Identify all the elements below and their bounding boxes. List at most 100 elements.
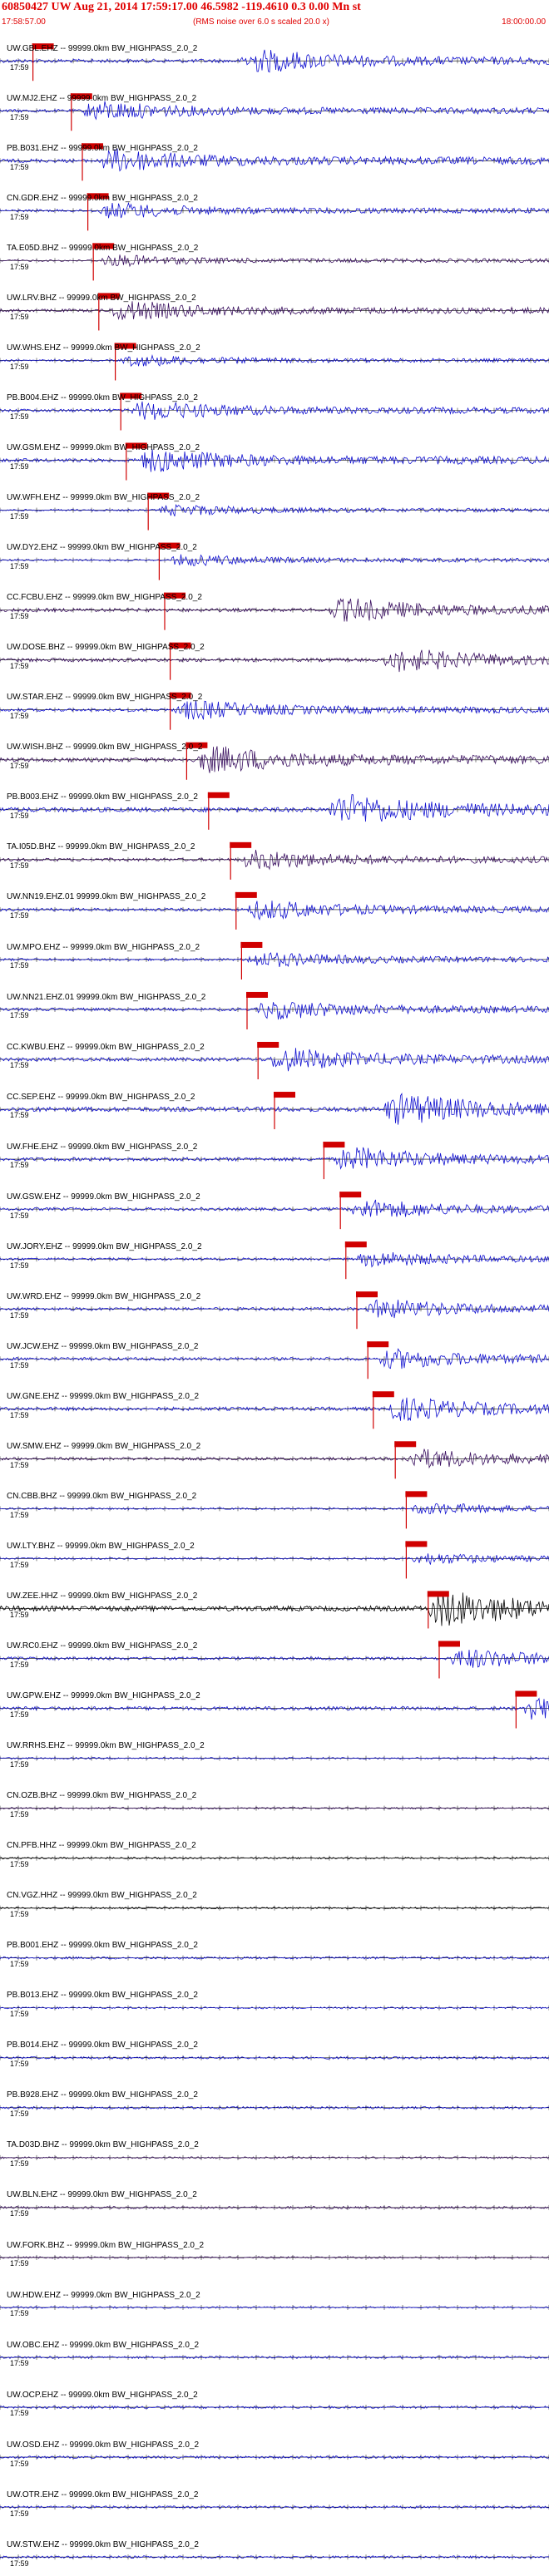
station-label: UW.STAR.EHZ -- 99999.0km BW_HIGHPASS_2.0…	[7, 693, 203, 703]
trace-time-label: 17:59	[10, 162, 29, 171]
station-label: UW.JCW.EHZ -- 99999.0km BW_HIGHPASS_2.0_…	[7, 1341, 199, 1351]
trace-time-label: 17:59	[10, 1610, 29, 1619]
trace-time-label: 17:59	[10, 1710, 29, 1719]
trace-time-label: 17:59	[10, 1510, 29, 1519]
pick-marker	[427, 1591, 449, 1597]
trace-time-label: 17:59	[10, 62, 29, 72]
station-label: UW.WHS.EHZ -- 99999.0km BW_HIGHPASS_2.0_…	[7, 343, 200, 353]
trace-time-label: 17:59	[10, 1560, 29, 1569]
station-label: UW.JORY.EHZ -- 99999.0km BW_HIGHPASS_2.0…	[7, 1241, 202, 1251]
trace-time-label: 17:59	[10, 1460, 29, 1469]
trace-time-label: 17:59	[10, 1860, 29, 1869]
pick-marker	[257, 1041, 279, 1048]
end-time: 18:00:00.00	[502, 17, 546, 27]
station-label: UW.WISH.BHZ -- 99999.0km BW_HIGHPASS_2.0…	[7, 743, 203, 753]
trace-time-label: 17:59	[10, 2110, 29, 2119]
station-label: UW.GSW.EHZ -- 99999.0km BW_HIGHPASS_2.0_…	[7, 1192, 200, 1202]
station-label: TA.D03D.BHZ -- 99999.0km BW_HIGHPASS_2.0…	[7, 2140, 199, 2150]
trace-time-label: 17:59	[10, 1211, 29, 1220]
pick-marker	[438, 1641, 460, 1647]
trace-time-label: 17:59	[10, 712, 29, 721]
station-label: UW.OBC.EHZ -- 99999.0km BW_HIGHPASS_2.0_…	[7, 2340, 200, 2350]
trace-time-label: 17:59	[10, 362, 29, 371]
trace-time-label: 17:59	[10, 961, 29, 970]
trace-time-label: 17:59	[10, 2259, 29, 2268]
trace-time-label: 17:59	[10, 1261, 29, 1270]
trace-time-label: 17:59	[10, 2459, 29, 2468]
trace-time-label: 17:59	[10, 1809, 29, 1818]
station-label: UW.OCP.EHZ -- 99999.0km BW_HIGHPASS_2.0_…	[7, 2390, 198, 2400]
trace-time-label: 17:59	[10, 2409, 29, 2418]
trace-time-label: 17:59	[10, 762, 29, 771]
station-label: UW.SMW.EHZ -- 99999.0km BW_HIGHPASS_2.0_…	[7, 1441, 201, 1451]
start-time: 17:58:57.00	[2, 17, 46, 27]
station-label: UW.GBL.EHZ -- 99999.0km BW_HIGHPASS_2.0_…	[7, 43, 198, 53]
station-label: UW.LTY.BHZ -- 99999.0km BW_HIGHPASS_2.0_…	[7, 1541, 195, 1551]
station-label: UW.GNE.EHZ -- 99999.0km BW_HIGHPASS_2.0_…	[7, 1391, 200, 1401]
station-label: UW.RC0.EHZ -- 99999.0km BW_HIGHPASS_2.0_…	[7, 1641, 198, 1651]
station-label: PB.B014.EHZ -- 99999.0km BW_HIGHPASS_2.0…	[7, 2041, 198, 2050]
trace-time-label: 17:59	[10, 461, 29, 471]
station-label: UW.HDW.EHZ -- 99999.0km BW_HIGHPASS_2.0_…	[7, 2290, 200, 2300]
station-label: UW.NN19.EHZ.01 99999.0km BW_HIGHPASS_2.0…	[7, 892, 206, 902]
station-label: UW.DY2.EHZ -- 99999.0km BW_HIGHPASS_2.0_…	[7, 543, 197, 553]
trace-time-label: 17:59	[10, 1360, 29, 1369]
station-label: UW.LRV.BHZ -- 99999.0km BW_HIGHPASS_2.0_…	[7, 294, 196, 303]
trace-time-label: 17:59	[10, 212, 29, 221]
pick-marker	[344, 1241, 367, 1248]
station-label: UW.GPW.EHZ -- 99999.0km BW_HIGHPASS_2.0_…	[7, 1691, 200, 1701]
station-label: UW.OTR.EHZ -- 99999.0km BW_HIGHPASS_2.0_…	[7, 2490, 199, 2500]
trace-time-label: 17:59	[10, 1161, 29, 1170]
station-label: UW.WFH.EHZ -- 99999.0km BW_HIGHPASS_2.0_…	[7, 493, 200, 503]
trace-time-label: 17:59	[10, 1910, 29, 1919]
trace-time-label: 17:59	[10, 2359, 29, 2368]
trace-time-label: 17:59	[10, 1111, 29, 1120]
pick-marker	[230, 841, 252, 848]
trace-time-label: 17:59	[10, 812, 29, 821]
station-label: PB.B001.EHZ -- 99999.0km BW_HIGHPASS_2.0…	[7, 1941, 198, 1951]
trace-time-label: 17:59	[10, 1960, 29, 1969]
station-label: PB.B013.EHZ -- 99999.0km BW_HIGHPASS_2.0…	[7, 1991, 198, 2001]
station-label: CN.VGZ.HHZ -- 99999.0km BW_HIGHPASS_2.0_…	[7, 1891, 197, 1901]
trace-time-label: 17:59	[10, 1759, 29, 1769]
pick-marker	[372, 1391, 394, 1398]
station-label: CC.KWBU.EHZ -- 99999.0km BW_HIGHPASS_2.0…	[7, 1042, 205, 1052]
station-label: PB.B928.EHZ -- 99999.0km BW_HIGHPASS_2.0…	[7, 2090, 198, 2100]
station-label: UW.DOSE.BHZ -- 99999.0km BW_HIGHPASS_2.0…	[7, 643, 205, 653]
trace-time-label: 17:59	[10, 2509, 29, 2518]
waveform-trace	[0, 354, 549, 368]
scale-note: (RMS noise over 6.0 s scaled 20.0 x)	[193, 17, 329, 27]
waveform-trace	[0, 503, 549, 517]
pick-marker	[235, 891, 257, 898]
station-label: CN.PFB.HHZ -- 99999.0km BW_HIGHPASS_2.0_…	[7, 1841, 196, 1851]
station-label: TA.I05D.BHZ -- 99999.0km BW_HIGHPASS_2.0…	[7, 842, 195, 852]
pick-marker	[207, 792, 230, 798]
trace-time-label: 17:59	[10, 1310, 29, 1320]
station-label: TA.E05D.BHZ -- 99999.0km BW_HIGHPASS_2.0…	[7, 243, 199, 253]
trace-time-label: 17:59	[10, 2010, 29, 2019]
trace-time-label: 17:59	[10, 861, 29, 871]
station-label: UW.ZEE.HHZ -- 99999.0km BW_HIGHPASS_2.0_…	[7, 1591, 198, 1601]
trace-time-label: 17:59	[10, 412, 29, 421]
trace-time-label: 17:59	[10, 312, 29, 321]
station-label: UW.RRHS.EHZ -- 99999.0km BW_HIGHPASS_2.0…	[7, 1741, 205, 1751]
station-label: UW.MJ2.EHZ -- 99999.0km BW_HIGHPASS_2.0_…	[7, 93, 197, 103]
station-label: UW.STW.EHZ -- 99999.0km BW_HIGHPASS_2.0_…	[7, 2539, 199, 2549]
station-label: UW.MPO.EHZ -- 99999.0km BW_HIGHPASS_2.0_…	[7, 942, 200, 952]
pick-marker	[367, 1341, 389, 1348]
station-label: UW.NN21.EHZ.01 99999.0km BW_HIGHPASS_2.0…	[7, 992, 206, 1002]
trace-time-label: 17:59	[10, 2060, 29, 2069]
station-label: PB.B031.EHZ -- 99999.0km BW_HIGHPASS_2.0…	[7, 143, 198, 153]
station-label: PB.B004.EHZ -- 99999.0km BW_HIGHPASS_2.0…	[7, 393, 198, 403]
station-label: CN.GDR.EHZ -- 99999.0km BW_HIGHPASS_2.0_…	[7, 193, 198, 203]
trace-time-label: 17:59	[10, 262, 29, 271]
trace-time-label: 17:59	[10, 2559, 29, 2568]
seismogram-header: 60850427 UW Aug 21, 2014 17:59:17.00 46.…	[0, 0, 549, 30]
pick-marker	[339, 1192, 362, 1198]
trace-time-label: 17:59	[10, 2159, 29, 2169]
trace-time-label: 17:59	[10, 2209, 29, 2218]
station-label: UW.BLN.EHZ -- 99999.0km BW_HIGHPASS_2.0_…	[7, 2190, 197, 2200]
pick-marker	[246, 991, 268, 998]
trace-time-label: 17:59	[10, 1660, 29, 1669]
pick-marker	[274, 1092, 295, 1098]
